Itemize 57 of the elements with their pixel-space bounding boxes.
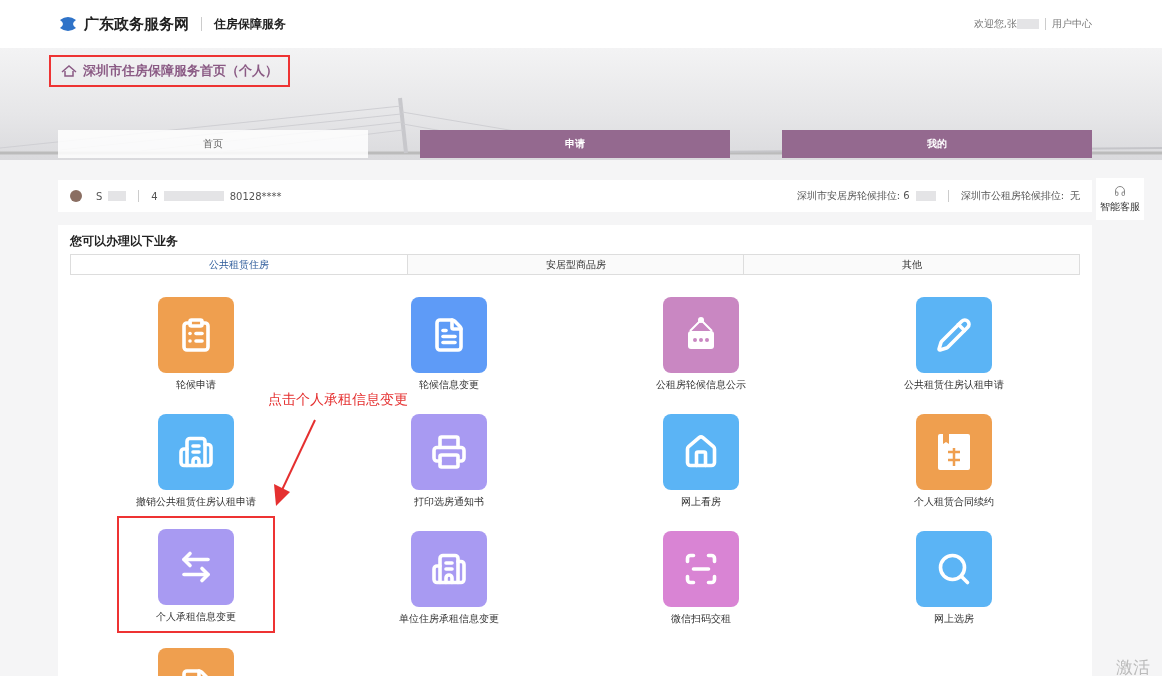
- assistant-button[interactable]: 智能客服: [1096, 178, 1144, 220]
- masked-text: [1017, 19, 1039, 29]
- service-item[interactable]: 个人承租信息变更: [117, 516, 276, 633]
- service-label: 轮候申请: [176, 379, 217, 391]
- service-label: 个人租赁合同续约: [913, 496, 994, 508]
- service-label: 网上看房: [681, 496, 722, 508]
- queue-label: 深圳市安居房轮候排位: 6: [796, 189, 910, 203]
- page-title-text: 深圳市住房保障服务首页（个人）: [83, 62, 278, 80]
- building-icon: [178, 434, 215, 470]
- service-tab[interactable]: 其他: [743, 255, 1079, 274]
- service-item[interactable]: 微信扫码交租: [622, 529, 781, 623]
- service-item[interactable]: 公租房轮候信息公示: [622, 295, 781, 389]
- section-heading: 您可以办理以下业务: [70, 233, 179, 250]
- user-center-link[interactable]: 用户中心: [1052, 17, 1092, 31]
- service-label: 撤销公共租赁住房认租申请: [136, 496, 257, 508]
- service-item[interactable]: 撤销公共租赁住房认租申请: [117, 412, 276, 506]
- annotation-text: 点击个人承租信息变更: [268, 391, 408, 409]
- overlay-text: 激活: [1116, 656, 1150, 676]
- queue-label: 深圳市公租房轮候排位:: [960, 189, 1064, 203]
- user-name: S: [96, 190, 103, 202]
- nav-tab[interactable]: 首页: [58, 130, 368, 158]
- service-item[interactable]: 网上看房: [622, 412, 781, 506]
- service-label: 微信扫码交租: [671, 613, 732, 625]
- service-item[interactable]: 网上选房: [874, 529, 1033, 623]
- queue-value: 无: [1070, 189, 1080, 203]
- masked-text: [163, 191, 224, 201]
- avatar-icon: [70, 190, 82, 202]
- printer-icon: [430, 434, 467, 470]
- headset-icon: [1114, 184, 1126, 197]
- edit-icon: [935, 317, 972, 353]
- nav-tab[interactable]: 我的: [782, 130, 1092, 158]
- masked-text: [108, 191, 127, 201]
- service-item[interactable]: 个人租赁合同续约: [874, 412, 1033, 506]
- service-label: 单位住房承租信息变更: [398, 613, 499, 625]
- service-item[interactable]: 轮候申请: [117, 295, 276, 389]
- service-label: 打印选房通知书: [413, 496, 484, 508]
- house-icon: [61, 65, 77, 77]
- section-title: 住房保障服务: [214, 15, 286, 33]
- service-label: 公租房轮候信息公示: [656, 379, 747, 391]
- site-name: 广东政务服务网: [84, 14, 189, 34]
- service-label: 公共租赁住房认租申请: [903, 379, 1004, 391]
- id-suffix: 80128****: [229, 190, 282, 202]
- logo-icon: [58, 14, 78, 34]
- service-tab[interactable]: 安居型商品房: [407, 255, 743, 274]
- nav-tab[interactable]: 申请: [420, 130, 730, 158]
- service-label: 网上选房: [933, 613, 974, 625]
- service-item[interactable]: 轮候信息变更: [369, 295, 528, 389]
- masked-text: [915, 191, 936, 201]
- service-label: 轮候信息变更: [418, 379, 479, 391]
- service-label: 个人承租信息变更: [156, 611, 237, 623]
- welcome-text: 欢迎您,张: [973, 17, 1017, 31]
- service-item[interactable]: 单位住房承租信息变更: [369, 529, 528, 623]
- service-item[interactable]: 打印选房通知书: [369, 412, 528, 506]
- service-item[interactable]: 公共租赁住房认租申请: [874, 295, 1033, 389]
- id-prefix: 4: [151, 190, 158, 202]
- book-icon: [935, 432, 972, 472]
- building-icon: [430, 551, 467, 587]
